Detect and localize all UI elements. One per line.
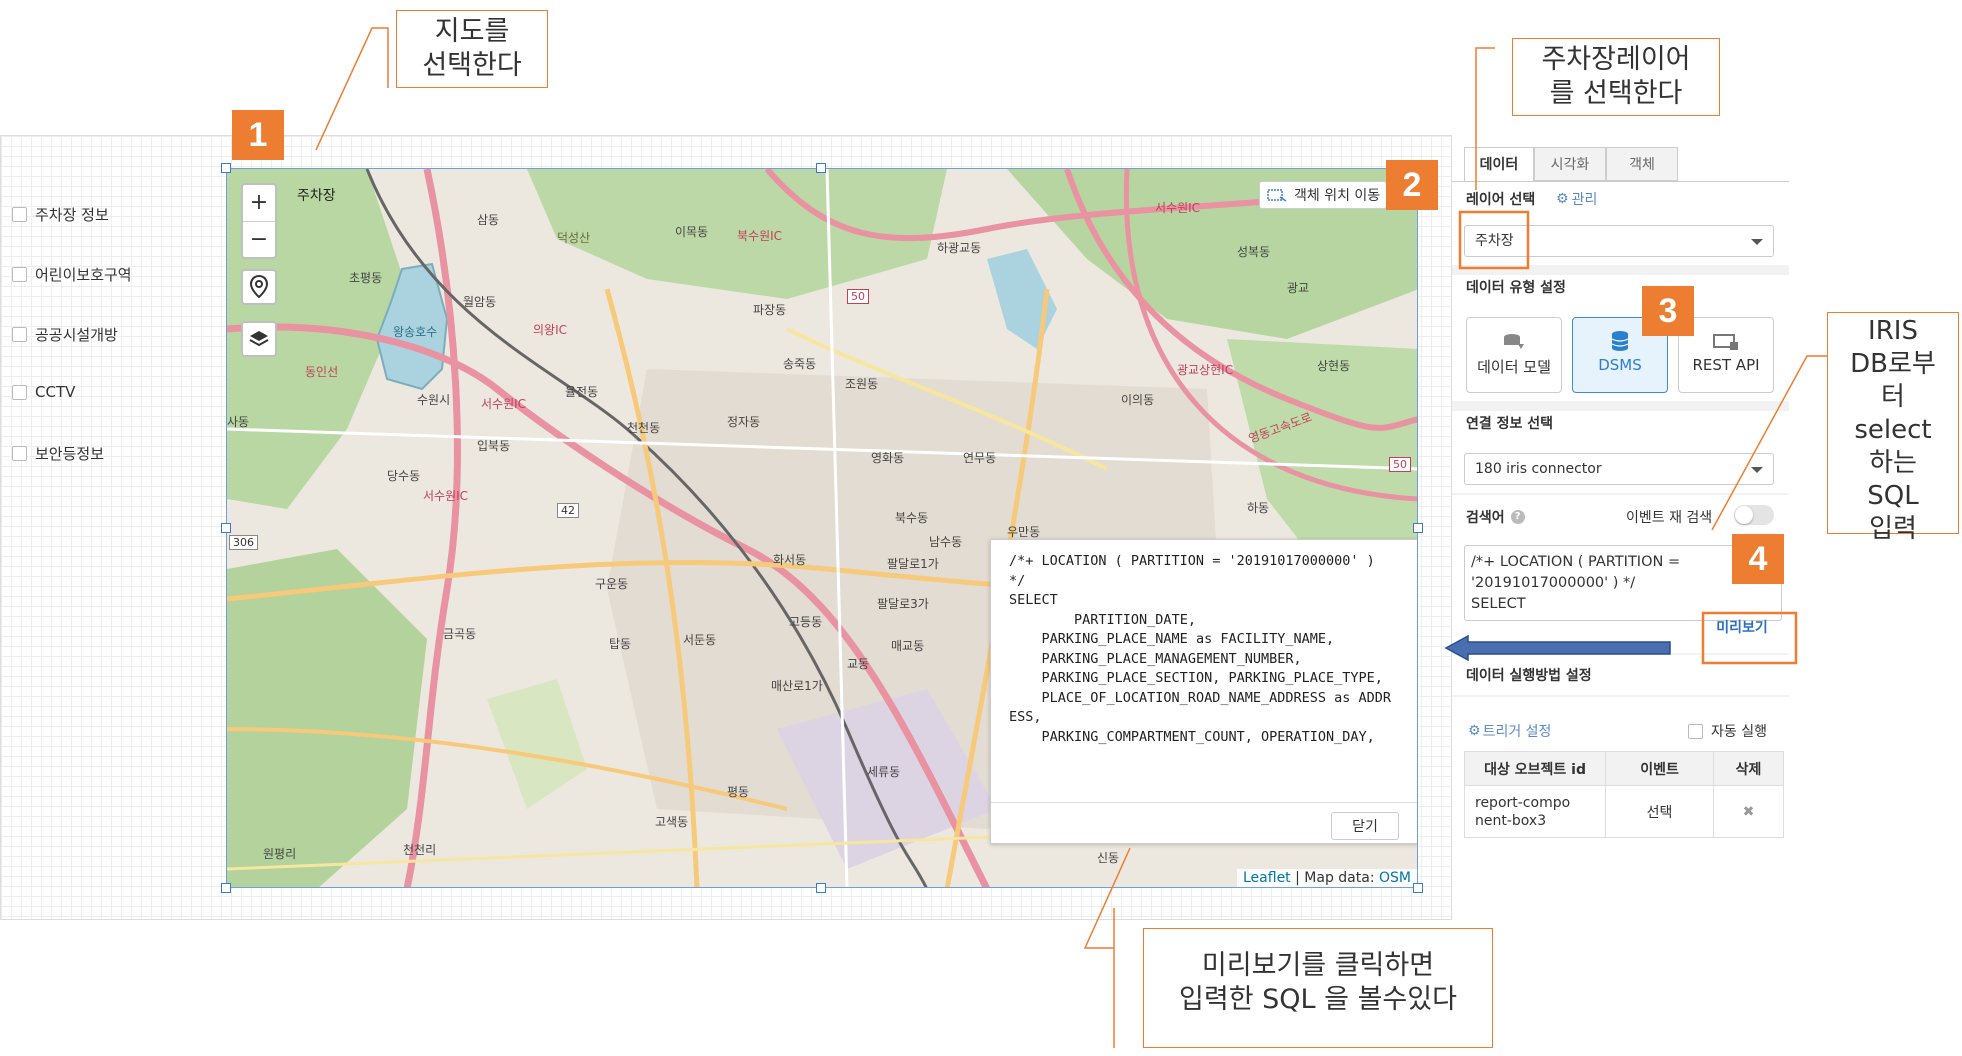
note-select-map: 지도를 선택한다 [396,10,548,88]
note-select-layer: 주차장레이어 를 선택한다 [1512,38,1720,116]
annotation-lines [315,27,1827,1048]
note-iris-sql: IRIS DB로부 터 select 하는 SQL 입력 [1827,312,1959,544]
step-badge-1: 1 [232,110,284,160]
step-badge-4: 4 [1732,534,1784,584]
step-badge-3: 3 [1642,286,1694,336]
step-badge-2: 2 [1386,160,1438,210]
note-preview: 미리보기를 클릭하면 입력한 SQL 을 볼수있다 [1143,928,1493,1048]
